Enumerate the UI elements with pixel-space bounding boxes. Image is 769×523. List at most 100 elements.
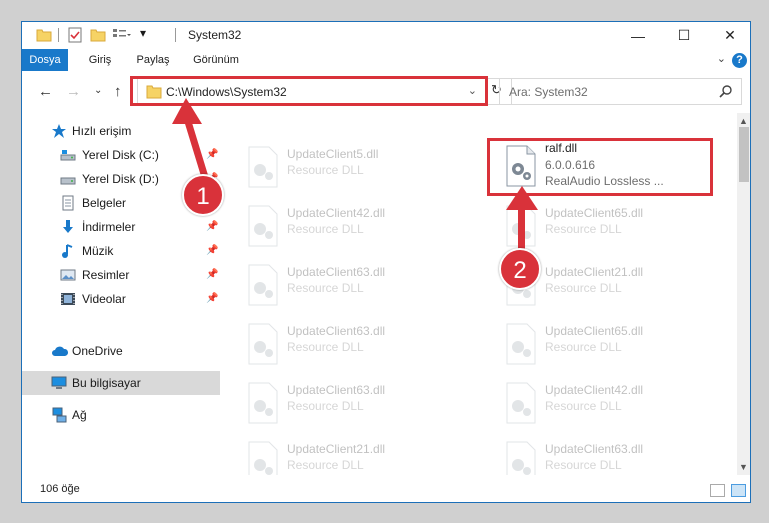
file-name: UpdateClient5.dll	[287, 147, 379, 161]
maximize-button[interactable]: ☐	[661, 22, 707, 49]
help-button[interactable]: ?	[732, 53, 747, 68]
callout-badge-1: 1	[182, 174, 224, 216]
window-title: System32	[188, 28, 242, 42]
address-row: ← → ⌄ ↑ C:\Windows\System32 ⌄ ↻ Ara: Sys…	[22, 71, 750, 113]
drive-icon	[60, 147, 76, 163]
callout-arrow-2-head	[506, 186, 538, 210]
dll-file-icon	[503, 382, 539, 424]
new-folder-icon[interactable]	[90, 27, 106, 43]
ribbon-expand-icon[interactable]: ⌄	[717, 52, 726, 65]
file-type: Resource DLL	[287, 281, 364, 295]
file-tile[interactable]: UpdateClient42.dll Resource DLL	[235, 198, 465, 254]
file-type: Resource DLL	[545, 222, 622, 236]
minimize-button[interactable]: —	[615, 22, 661, 49]
pin-icon[interactable]: 📌	[206, 149, 218, 160]
tab-home[interactable]: Giriş	[82, 49, 118, 71]
folder-icon[interactable]	[36, 27, 52, 43]
title-separator	[175, 28, 176, 42]
callout-arrow-2-shaft	[518, 206, 525, 252]
explorer-window: ▾ System32 — ☐ ✕ Dosya Giriş Paylaş Görü…	[21, 21, 751, 503]
file-tile[interactable]: UpdateClient63.dll Resource DLL	[235, 375, 465, 431]
nav-item-local-disk-c[interactable]: Yerel Disk (C:) 📌	[22, 143, 220, 167]
nav-item-videos[interactable]: Videolar 📌	[22, 287, 220, 311]
properties-icon[interactable]	[67, 27, 83, 43]
tab-share[interactable]: Paylaş	[130, 49, 176, 71]
vertical-scrollbar[interactable]: ▲ ▼	[737, 113, 750, 475]
file-tile[interactable]: UpdateClient65.dll Resource DLL	[493, 316, 723, 372]
file-type: Resource DLL	[545, 399, 622, 413]
tab-file[interactable]: Dosya	[22, 49, 68, 71]
nav-item-music[interactable]: Müzik 📌	[22, 239, 220, 263]
search-box[interactable]: Ara: System32	[499, 78, 742, 105]
cloud-icon	[51, 343, 69, 359]
search-icon[interactable]	[719, 84, 733, 101]
file-type: Resource DLL	[545, 340, 622, 354]
file-type: Resource DLL	[287, 399, 364, 413]
close-button[interactable]: ✕	[707, 22, 750, 49]
recent-locations-icon[interactable]: ⌄	[94, 85, 102, 96]
network-icon	[51, 407, 67, 423]
file-tile[interactable]: UpdateClient5.dll Resource DLL	[235, 139, 465, 195]
nav-label: Videolar	[82, 292, 126, 306]
nav-item-this-pc[interactable]: Bu bilgisayar	[22, 371, 220, 395]
file-name: UpdateClient65.dll	[545, 206, 644, 220]
downloads-icon	[60, 219, 76, 235]
tab-view[interactable]: Görünüm	[188, 49, 244, 71]
file-type: Resource DLL	[287, 163, 364, 177]
pin-icon[interactable]: 📌	[206, 245, 218, 256]
dll-file-icon	[245, 323, 281, 365]
dll-file-icon	[245, 146, 281, 188]
dll-file-icon	[245, 382, 281, 424]
nav-label: Resimler	[82, 268, 130, 282]
qa-dropdown-icon[interactable]: ▾	[140, 26, 146, 42]
ribbon-tabs: Dosya Giriş Paylaş Görünüm ⌄ ?	[22, 49, 750, 71]
file-tile[interactable]: UpdateClient63.dll Resource DLL	[235, 316, 465, 372]
file-tile[interactable]: UpdateClient63.dll Resource DLL	[235, 257, 465, 313]
videos-icon	[60, 291, 76, 307]
nav-item-pictures[interactable]: Resimler 📌	[22, 263, 220, 287]
forward-arrow-icon[interactable]: →	[66, 83, 81, 100]
callout-badge-2: 2	[499, 248, 541, 290]
pin-icon[interactable]: 📌	[206, 293, 218, 304]
details-view-icon[interactable]	[710, 484, 725, 497]
item-count: 106 öğe	[40, 483, 80, 495]
file-tile[interactable]: UpdateClient21.dll Resource DLL	[235, 434, 465, 475]
nav-label: Yerel Disk (C:)	[82, 148, 159, 162]
customize-icon[interactable]	[112, 27, 132, 43]
file-tile[interactable]: UpdateClient42.dll Resource DLL	[493, 375, 723, 431]
dll-file-icon	[245, 205, 281, 247]
file-name: UpdateClient21.dll	[287, 442, 386, 456]
star-icon	[51, 123, 67, 139]
scroll-down-arrow-icon[interactable]: ▼	[739, 462, 748, 472]
callout-arrow-1-head	[172, 98, 202, 124]
file-name: UpdateClient21.dll	[545, 265, 644, 279]
tiles-view-icon[interactable]	[731, 484, 746, 497]
pin-icon[interactable]: 📌	[206, 269, 218, 280]
nav-label: OneDrive	[72, 344, 123, 358]
nav-label: Bu bilgisayar	[72, 376, 141, 390]
nav-item-downloads[interactable]: İndirmeler 📌	[22, 215, 220, 239]
up-arrow-icon[interactable]: ↑	[114, 83, 122, 100]
navigation-pane: Hızlı erişim Yerel Disk (C:) 📌 Yerel Dis…	[22, 113, 222, 475]
scroll-thumb[interactable]	[739, 127, 749, 182]
dll-file-icon	[245, 264, 281, 306]
nav-label: Müzik	[82, 244, 114, 258]
nav-item-network[interactable]: Ağ	[22, 403, 220, 427]
file-type: Resource DLL	[545, 281, 622, 295]
file-name: UpdateClient65.dll	[545, 324, 644, 338]
file-list: UpdateClient5.dll Resource DLL UpdateCli…	[223, 113, 736, 475]
nav-item-onedrive[interactable]: OneDrive	[22, 339, 220, 363]
status-bar: 106 öğe	[22, 475, 750, 502]
dll-file-icon	[245, 441, 281, 475]
search-input[interactable]: Ara: System32	[509, 85, 588, 99]
scroll-up-arrow-icon[interactable]: ▲	[739, 116, 748, 126]
file-tile[interactable]: UpdateClient63.dll Resource DLL	[493, 434, 723, 475]
back-arrow-icon[interactable]: ←	[38, 83, 53, 100]
file-name: UpdateClient63.dll	[287, 265, 386, 279]
pin-icon[interactable]: 📌	[206, 221, 218, 232]
nav-label: Belgeler	[82, 196, 127, 210]
file-name: UpdateClient42.dll	[287, 206, 386, 220]
nav-label: Ağ	[72, 408, 87, 422]
nav-label: İndirmeler	[82, 220, 136, 234]
dll-file-icon	[503, 441, 539, 475]
